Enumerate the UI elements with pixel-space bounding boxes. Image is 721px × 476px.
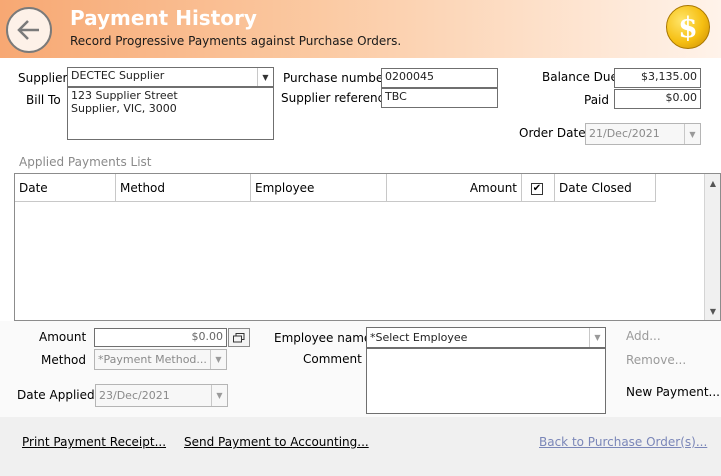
page-subtitle: Record Progressive Payments against Purc… [70,34,402,48]
column-header-date-closed[interactable]: Date Closed [555,174,656,202]
applied-payments-table[interactable]: Date Method Employee Amount ✔ Date Close… [14,173,721,321]
back-button[interactable] [6,7,52,53]
column-header-date[interactable]: Date [15,174,116,202]
column-header-closed-checkbox[interactable]: ✔ [522,174,555,202]
employee-placeholder: *Select Employee [370,331,468,344]
scroll-down-icon[interactable]: ▼ [705,304,721,318]
supplier-reference-field[interactable]: TBC [381,88,498,108]
dollar-coin-icon: $ [666,5,710,49]
order-date-label: Order Date [519,126,586,140]
paid-label: Paid [584,93,610,107]
column-header-employee[interactable]: Employee [251,174,387,202]
supplier-label: Supplier [18,71,68,85]
chevron-down-icon[interactable]: ▼ [589,328,605,347]
page-title: Payment History [70,6,257,30]
date-applied-value: 23/Dec/2021 [99,389,170,402]
print-receipt-link[interactable]: Print Payment Receipt... [22,435,166,449]
paid-field: $0.00 [614,89,701,109]
bill-to-line2: Supplier, VIC, 3000 [71,102,177,115]
add-button[interactable]: Add... [626,329,661,343]
method-label: Method [41,353,87,367]
purchase-number-label: Purchase number [283,71,389,85]
bill-to-label: Bill To [26,93,61,107]
column-header-method[interactable]: Method [116,174,251,202]
date-applied-label: Date Applied [17,388,95,402]
chevron-down-icon[interactable]: ▼ [257,68,273,86]
employee-combo[interactable]: *Select Employee ▼ [366,327,606,348]
chevron-down-icon[interactable]: ▼ [211,385,227,406]
method-placeholder: *Payment Method... [98,353,207,366]
comment-label: Comment [303,352,362,366]
vertical-scrollbar[interactable]: ▲ ▼ [704,174,720,320]
purchase-number-field[interactable]: 0200045 [381,68,498,88]
supplier-combo[interactable]: DECTEC Supplier ▼ [67,67,274,87]
bill-to-address: 123 Supplier Street Supplier, VIC, 3000 [67,87,274,140]
back-to-purchase-orders-link[interactable]: Back to Purchase Order(s)... [539,435,707,449]
applied-payments-caption: Applied Payments List [19,155,152,169]
checkbox-checked-icon[interactable]: ✔ [531,183,543,195]
arrow-left-icon [17,20,39,40]
new-payment-button[interactable]: New Payment... [626,385,720,399]
comment-textarea[interactable] [366,348,606,414]
method-combo[interactable]: *Payment Method... ▼ [94,349,227,370]
supplier-reference-label: Supplier reference [281,91,392,105]
restore-window-icon [233,332,245,342]
amount-field[interactable]: $0.00 [94,328,227,347]
supplier-value: DECTEC Supplier [71,69,165,82]
amount-label: Amount [39,330,87,344]
remove-button[interactable]: Remove... [626,353,686,367]
scroll-up-icon[interactable]: ▲ [705,176,721,190]
balance-due-label: Balance Due [542,70,618,84]
order-date-picker[interactable]: 21/Dec/2021 ▼ [585,123,701,145]
chevron-down-icon[interactable]: ▼ [210,350,226,369]
date-applied-picker[interactable]: 23/Dec/2021 ▼ [95,384,228,407]
order-date-value: 21/Dec/2021 [589,127,660,140]
chevron-down-icon[interactable]: ▼ [684,124,700,144]
bill-to-line1: 123 Supplier Street [71,89,178,102]
calculator-button[interactable] [228,328,250,347]
send-to-accounting-link[interactable]: Send Payment to Accounting... [184,435,369,449]
column-header-amount[interactable]: Amount [387,174,522,202]
employee-name-label: Employee name [274,331,372,345]
balance-due-field: $3,135.00 [614,68,701,88]
